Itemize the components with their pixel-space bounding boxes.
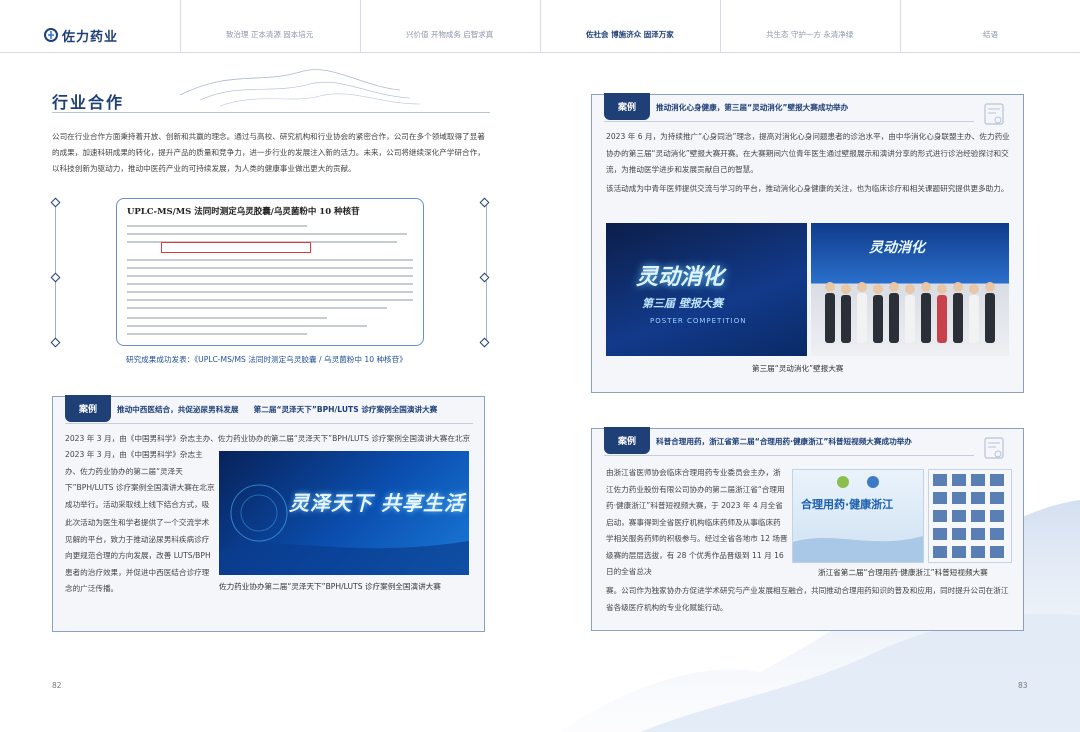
medication-poster-graphic [793,476,923,562]
nav-item-value[interactable]: 兴价值 开物成务 启智求真 [406,29,493,40]
paper-text-line [127,299,413,301]
nav-item-ecology[interactable]: 共生态 守护一方 永清净绿 [766,29,853,40]
nav-divider [360,0,361,52]
digestion-poster-photo: 灵动消化 第三届 壁报大赛 POSTER COMPETITION [606,223,807,356]
case-paragraph-2: 此次活动为医生和学者提供了一个交流学术见解的平台，致力于推动泌尿男科疾病诊疗向更… [65,515,215,599]
digestion-group-photo: 灵动消化 [811,223,1009,356]
company-logo[interactable]: 佐力药业 [44,26,119,45]
medication-photo-caption: 浙江省第二届“合理用药·健康浙江”科普短视频大赛 [818,568,988,577]
case-paragraph-1: 由浙江省医师协会临床合理用药专业委员会主办，浙江佐力药业股份有限公司协办的第二届… [606,468,788,576]
highlight-box [161,242,311,253]
certificate-icon [984,103,1004,125]
nav-item-society[interactable]: 佐社会 博施济众 固泽万家 [586,29,674,40]
medication-poster-photo: 合理用药·健康浙江 [792,469,924,563]
research-paper-image: UPLC-MS/MS 法同时测定乌灵胶囊/乌灵菌粉中 10 种核苷 [116,198,424,346]
digestion-photo-caption: 第三届“灵动消化”壁报大赛 [752,364,844,373]
paper-text-line [127,267,413,269]
paper-text-line [127,307,387,309]
case-paragraph-1: 2023 年 6 月，为持续推广“心身同治”理念，提高对消化心身问题患者的诊治水… [606,132,1010,174]
case-headline: 推动中西医结合，共促泌尿男科发展 第二届“灵泽天下”BPH/LUTS 诊疗案例全… [117,405,438,414]
portrait-grid-graphic [933,474,1004,558]
paper-text-line [127,225,307,227]
group-photo-banner: 灵动消化 [869,240,925,256]
logo-text: 佐力药业 [62,29,119,45]
title-divider [52,112,490,113]
digestion-event-en: POSTER COMPETITION [650,317,747,325]
nav-item-conclusion[interactable]: 结语 [983,29,998,40]
diamond-marker [479,337,490,348]
case-tag: 案例 [604,427,650,454]
nav-divider [540,0,541,52]
bph-event-title: 灵泽天下 共享生活 [289,491,465,515]
paper-text-line [127,233,407,235]
card-divider [604,121,974,122]
case-card-bph: 案例 推动中西医结合，共促泌尿男科发展 第二届“灵泽天下”BPH/LUTS 诊疗… [52,395,485,632]
nav-item-governance[interactable]: 致治理 正本清源 固本培元 [226,29,313,40]
case-paragraph-2: 赛。公司作为独家协办方促进学术研究与产业发展相互融合，共同推动合理用药知识的普及… [606,586,1009,612]
medication-poster-title: 合理用药·健康浙江 [801,498,894,511]
nav-divider [180,0,181,52]
case-headline: 推动消化心身健康，第三届“灵动消化”壁报大赛成功举办 [656,103,849,112]
case-card-medication: 案例 科普合理用药，浙江省第二届“合理用药·健康浙江”科普短视频大赛成功举办 由… [591,427,1024,631]
card-divider [604,455,974,456]
section-title: 行业合作 [52,93,125,112]
card-divider [65,423,473,424]
paper-text-line [127,283,413,285]
paper-title: UPLC-MS/MS 法同时测定乌灵胶囊/乌灵菌粉中 10 种核苷 [127,207,360,217]
paper-text-line [127,291,413,293]
paper-text-line [127,333,307,335]
paper-text-line [127,325,367,327]
logo-icon [44,28,58,42]
bph-photo-caption: 佐力药业协办第二届“灵泽天下”BPH/LUTS 诊疗案例全国演讲大赛 [219,582,441,591]
paper-text-line [127,317,327,319]
page-number-left: 82 [52,681,62,690]
case-tag: 案例 [65,395,111,422]
case-headline: 科普合理用药，浙江省第二届“合理用药·健康浙江”科普短视频大赛成功举办 [656,437,912,446]
certificate-icon [984,437,1004,459]
case-tag: 案例 [604,93,650,120]
paper-caption: 研究成果成功发表：《UPLC-MS/MS 法同时测定乌灵胶囊 / 乌灵菌粉中 1… [126,355,407,364]
case-paragraph-2: 该活动成为中青年医师提供交流与学习的平台，推动消化心身健康的关注，也为临床诊疗和… [606,184,1009,193]
paper-text-line [127,275,413,277]
nav-divider [900,0,901,52]
digestion-event-title: 灵动消化 [636,265,725,290]
page-number-right: 83 [1018,681,1028,690]
case-card-digestion: 案例 推动消化心身健康，第三届“灵动消化”壁报大赛成功举办 2023 年 6 月… [591,93,1024,393]
digestion-event-subtitle: 第三届 壁报大赛 [642,297,723,310]
bph-event-photo: 灵泽天下 共享生活 [219,451,469,575]
top-navigation: 佐力药业 致治理 正本清源 固本培元 兴价值 开物成务 启智求真 佐社会 博施济… [0,0,1080,53]
nav-divider [720,0,721,52]
case-paragraph-1-line-1: 2023 年 3 月，由《中国男科学》杂志主办、佐力药业协办的第二届“灵泽天下”… [65,434,471,443]
paper-text-line [127,259,413,261]
finalist-portrait-grid [928,469,1012,563]
intro-paragraph: 公司在行业合作方面秉持着开放、创新和共赢的理念。通过与高校、研究机构和行业协会的… [52,132,485,173]
